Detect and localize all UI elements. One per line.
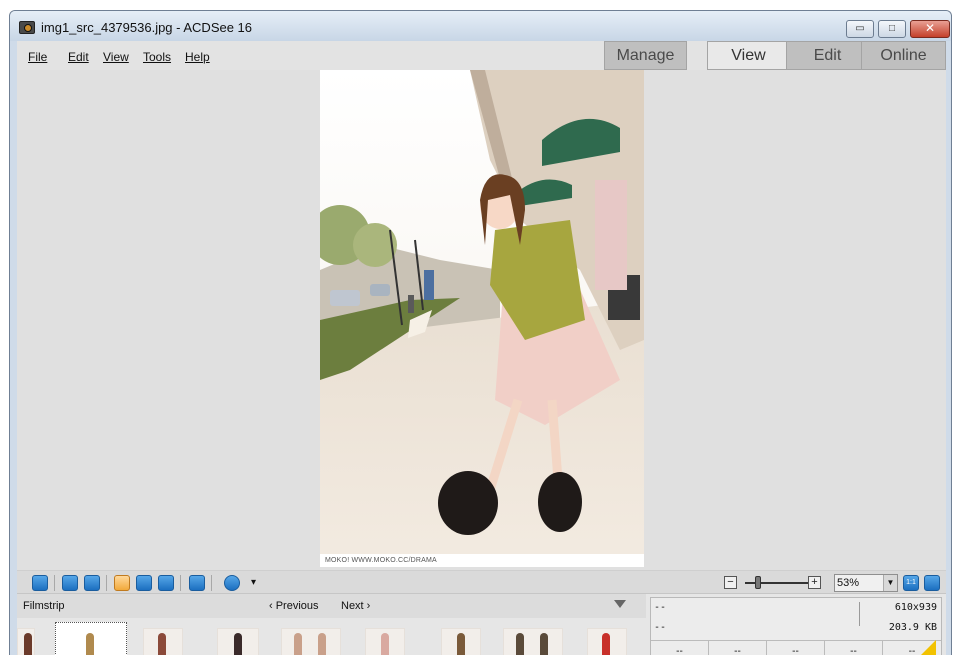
filmstrip-thumbnail[interactable] xyxy=(503,628,563,655)
image-viewer[interactable]: MOKO! WWW.MOKO.CC/DRAMA xyxy=(17,70,946,570)
acdsee-window: img1_src_4379536.jpg - ACDSee 16 ▭ □ ✕ F… xyxy=(9,10,952,655)
zoom-tool-icon[interactable] xyxy=(158,575,174,591)
info-row2-left: -- xyxy=(654,622,667,633)
chevron-down-icon[interactable]: ▼ xyxy=(883,575,897,591)
exif-cell: -- xyxy=(767,641,825,655)
zoom-level-select[interactable]: 53% ▼ xyxy=(834,574,898,592)
mode-tab-view[interactable]: View xyxy=(707,41,790,70)
fullscreen-icon[interactable] xyxy=(924,575,940,591)
exif-cells: -- -- -- -- -- xyxy=(651,640,941,655)
mode-tab-edit[interactable]: Edit xyxy=(786,41,869,70)
zoom-slider-thumb[interactable] xyxy=(755,576,761,589)
filmstrip-thumbnail[interactable] xyxy=(17,628,35,655)
info-divider xyxy=(859,602,860,626)
menu-tools[interactable]: Tools xyxy=(143,50,171,64)
image-filesize: 203.9 KB xyxy=(888,622,937,633)
photo-caption: MOKO! WWW.MOKO.CC/DRAMA xyxy=(325,557,437,564)
zoom-in-button[interactable]: + xyxy=(808,576,821,589)
zoom-level-value: 53% xyxy=(837,577,860,589)
acdsee-app-icon xyxy=(19,21,35,34)
menu-view[interactable]: View xyxy=(103,50,129,64)
exif-cell: -- xyxy=(825,641,883,655)
fit-image-icon[interactable] xyxy=(189,575,205,591)
filmstrip-thumbnail[interactable] xyxy=(143,628,183,655)
select-tool-icon[interactable] xyxy=(136,575,152,591)
app-client-area: File Edit View Tools Help Manage View Ed… xyxy=(17,41,946,655)
rotate-right-icon[interactable] xyxy=(84,575,100,591)
menu-help[interactable]: Help xyxy=(185,50,210,64)
more-tools-dropdown[interactable]: ▾ xyxy=(251,577,256,588)
share-globe-icon[interactable] xyxy=(224,575,240,591)
filmstrip-thumbnail[interactable] xyxy=(281,628,341,655)
rotate-left-icon[interactable] xyxy=(62,575,78,591)
filmstrip-title: Filmstrip xyxy=(23,600,65,612)
filmstrip-header: Filmstrip ‹ Previous Next › xyxy=(17,594,646,618)
window-title: img1_src_4379536.jpg - ACDSee 16 xyxy=(41,20,253,35)
exif-cell: -- xyxy=(709,641,767,655)
filmstrip-thumbnail[interactable] xyxy=(365,628,405,655)
filmstrip-thumbnail-selected[interactable] xyxy=(55,622,127,655)
menu-bar: File Edit View Tools Help Manage View Ed… xyxy=(17,41,946,70)
image-dimensions: 610x939 xyxy=(894,602,937,613)
view-toolbar: ▾ − + 53% ▼ 1:1 xyxy=(17,570,946,594)
actual-size-icon[interactable]: 1:1 xyxy=(903,575,919,591)
menu-file[interactable]: File xyxy=(28,50,47,64)
image-basket-icon[interactable] xyxy=(32,575,48,591)
image-info-panel: -- 610x939 -- 203.9 KB -- -- -- -- -- xyxy=(650,597,942,655)
toolbar-separator xyxy=(54,575,55,591)
filmstrip-next-button[interactable]: Next › xyxy=(341,600,370,612)
resize-grip-icon[interactable] xyxy=(920,640,936,655)
toolbar-separator xyxy=(106,575,107,591)
title-bar[interactable]: img1_src_4379536.jpg - ACDSee 16 ▭ □ ✕ xyxy=(10,11,951,41)
close-button[interactable]: ✕ xyxy=(910,20,950,38)
filmstrip-thumbnail[interactable] xyxy=(217,628,259,655)
hand-tool-icon[interactable] xyxy=(114,575,130,591)
filmstrip-thumbnail[interactable] xyxy=(441,628,481,655)
filmstrip-thumbnail[interactable] xyxy=(587,628,627,655)
toolbar-separator xyxy=(180,575,181,591)
filmstrip-previous-button[interactable]: ‹ Previous xyxy=(269,600,319,612)
zoom-out-button[interactable]: − xyxy=(724,576,737,589)
toolbar-separator xyxy=(211,575,212,591)
info-row1-left: -- xyxy=(654,602,667,613)
main-photo xyxy=(320,70,644,567)
minimize-button[interactable]: ▭ xyxy=(846,20,874,38)
filmstrip-pane: Filmstrip ‹ Previous Next › xyxy=(17,594,646,655)
mode-tab-online[interactable]: Online xyxy=(861,41,946,70)
mode-tab-manage[interactable]: Manage xyxy=(604,41,687,70)
info-row: -- 610x939 xyxy=(651,598,941,617)
exif-cell: -- xyxy=(651,641,709,655)
collapse-triangle-icon[interactable] xyxy=(614,600,626,608)
info-row: -- 203.9 KB xyxy=(651,618,941,637)
maximize-button[interactable]: □ xyxy=(878,20,906,38)
menu-edit[interactable]: Edit xyxy=(68,50,89,64)
